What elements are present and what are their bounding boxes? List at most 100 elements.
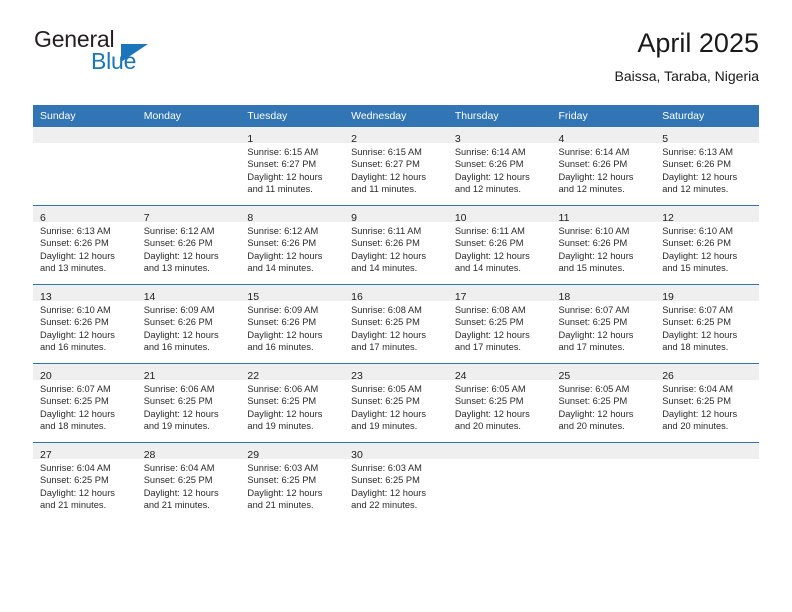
sunset-time: Sunset: 6:26 PM — [558, 238, 628, 249]
sunrise-time: Sunrise: 6:07 AM — [662, 305, 734, 315]
day-sun-info: Sunrise: 6:03 AM Sunset: 6:25 PM Daylight:… — [344, 459, 448, 512]
calendar-day-cell[interactable]: 16 Sunrise: 6:08 AM Sunset: 6:25 PM Dayligh… — [344, 284, 448, 364]
calendar-day-cell[interactable]: 11 Sunrise: 6:10 AM Sunset: 6:26 PM Dayligh… — [551, 205, 656, 285]
calendar-day-cell[interactable]: 12 Sunrise: 6:10 AM Sunset: 6:26 PM Dayligh… — [655, 205, 759, 285]
sunset-time: Sunset: 6:26 PM — [454, 238, 524, 249]
calendar-day-cell[interactable]: 28 Sunrise: 6:04 AM Sunset: 6:25 PM Dayligh… — [136, 442, 241, 521]
day-sun-info: Sunrise: 6:10 AM Sunset: 6:26 PM Daylight:… — [655, 222, 759, 275]
day-cell-content: 14 Sunrise: 6:09 AM Sunset: 6:26 PM Dayligh… — [136, 285, 241, 363]
calendar-day-cell-empty[interactable] — [136, 127, 241, 206]
sunset-time: Sunset: 6:25 PM — [558, 317, 628, 328]
daylight-duration-line2: and 13 minutes. — [143, 263, 210, 274]
daylight-duration-line2: and 11 minutes. — [351, 184, 417, 195]
calendar-day-cell[interactable]: 14 Sunrise: 6:09 AM Sunset: 6:26 PM Dayligh… — [136, 284, 241, 364]
calendar-day-cell-empty[interactable] — [33, 127, 137, 206]
calendar-day-cell[interactable]: 18 Sunrise: 6:07 AM Sunset: 6:25 PM Dayligh… — [551, 284, 656, 364]
calendar-day-cell-empty[interactable] — [447, 442, 552, 521]
day-number-band — [33, 127, 137, 143]
day-sun-info: Sunrise: 6:10 AM Sunset: 6:26 PM Daylight:… — [552, 222, 656, 275]
sunset-time: Sunset: 6:26 PM — [247, 238, 317, 249]
sunset-time: Sunset: 6:26 PM — [143, 317, 213, 328]
day-cell-content: 16 Sunrise: 6:08 AM Sunset: 6:25 PM Dayligh… — [344, 285, 448, 363]
day-sun-info: Sunrise: 6:15 AM Sunset: 6:27 PM Daylight:… — [240, 143, 344, 196]
day-cell-content: 6 Sunrise: 6:13 AM Sunset: 6:26 PM Daylight… — [33, 206, 137, 284]
day-cell-content: 15 Sunrise: 6:09 AM Sunset: 6:26 PM Dayligh… — [240, 285, 345, 363]
day-number: 9 — [351, 212, 357, 224]
day-sun-info: Sunrise: 6:06 AM Sunset: 6:25 PM Daylight:… — [137, 380, 241, 433]
day-cell-content: 28 Sunrise: 6:04 AM Sunset: 6:25 PM Dayligh… — [136, 443, 241, 521]
day-number-band: 21 — [136, 364, 241, 382]
day-cell-content: 7 Sunrise: 6:12 AM Sunset: 6:26 PM Daylight… — [136, 206, 241, 284]
calendar-day-cell[interactable]: 24 Sunrise: 6:05 AM Sunset: 6:25 PM Dayligh… — [447, 363, 552, 443]
daylight-duration-line2: and 21 minutes. — [247, 500, 314, 511]
daylight-duration-line1: Daylight: 12 hours — [662, 408, 738, 419]
daylight-duration-line2: and 14 minutes. — [351, 263, 418, 274]
day-sun-info: Sunrise: 6:08 AM Sunset: 6:25 PM Daylight:… — [344, 301, 448, 354]
calendar-day-cell[interactable]: 20 Sunrise: 6:07 AM Sunset: 6:25 PM Dayligh… — [33, 363, 137, 443]
day-sun-info: Sunrise: 6:09 AM Sunset: 6:26 PM Daylight:… — [240, 301, 344, 354]
day-number-band: 17 — [447, 285, 552, 303]
day-cell-content: 21 Sunrise: 6:06 AM Sunset: 6:25 PM Dayligh… — [136, 364, 241, 442]
day-number-band: 18 — [551, 285, 656, 303]
day-sun-info: Sunrise: 6:06 AM Sunset: 6:25 PM Daylight:… — [240, 380, 344, 433]
calendar-day-cell[interactable]: 17 Sunrise: 6:08 AM Sunset: 6:25 PM Dayligh… — [447, 284, 552, 364]
calendar-day-cell[interactable]: 4 Sunrise: 6:14 AM Sunset: 6:26 PM Daylight… — [551, 127, 656, 206]
calendar-day-cell[interactable]: 26 Sunrise: 6:04 AM Sunset: 6:25 PM Dayligh… — [655, 363, 759, 443]
daylight-duration-line2: and 20 minutes. — [454, 421, 521, 432]
day-number-band: 2 — [344, 127, 448, 145]
calendar-day-cell[interactable]: 2 Sunrise: 6:15 AM Sunset: 6:27 PM Daylight… — [344, 127, 448, 206]
calendar-day-cell[interactable]: 29 Sunrise: 6:03 AM Sunset: 6:25 PM Dayligh… — [240, 442, 345, 521]
weekday-header-monday: Monday — [136, 105, 241, 127]
day-number: 2 — [351, 133, 357, 145]
sunset-time: Sunset: 6:25 PM — [662, 396, 731, 407]
sunset-time: Sunset: 6:26 PM — [558, 159, 628, 170]
day-number-band: 19 — [655, 285, 759, 303]
daylight-duration-line1: Daylight: 12 hours — [40, 487, 115, 498]
calendar-day-cell[interactable]: 6 Sunrise: 6:13 AM Sunset: 6:26 PM Daylight… — [33, 205, 137, 285]
calendar-week-row: 20 Sunrise: 6:07 AM Sunset: 6:25 PM Dayligh… — [33, 363, 759, 443]
calendar-day-cell[interactable]: 23 Sunrise: 6:05 AM Sunset: 6:25 PM Dayligh… — [344, 363, 448, 443]
calendar-day-cell[interactable]: 5 Sunrise: 6:13 AM Sunset: 6:26 PM Daylight… — [655, 127, 759, 206]
calendar-header-row: Sunday Monday Tuesday Wednesday Thursday… — [33, 105, 759, 127]
daylight-duration-line2: and 14 minutes. — [247, 263, 314, 274]
daylight-duration-line2: and 21 minutes. — [40, 500, 107, 511]
sunrise-time: Sunrise: 6:08 AM — [351, 305, 422, 315]
calendar-day-cell[interactable]: 15 Sunrise: 6:09 AM Sunset: 6:26 PM Dayligh… — [240, 284, 345, 364]
day-sun-info: Sunrise: 6:04 AM Sunset: 6:25 PM Daylight:… — [655, 380, 759, 433]
day-sun-info: Sunrise: 6:05 AM Sunset: 6:25 PM Daylight:… — [448, 380, 552, 433]
calendar-day-cell[interactable]: 3 Sunrise: 6:14 AM Sunset: 6:26 PM Daylight… — [447, 127, 552, 206]
daylight-duration-line1: Daylight: 12 hours — [662, 329, 738, 340]
calendar-day-cell[interactable]: 27 Sunrise: 6:04 AM Sunset: 6:25 PM Dayligh… — [33, 442, 137, 521]
calendar-day-cell[interactable]: 25 Sunrise: 6:05 AM Sunset: 6:25 PM Dayligh… — [551, 363, 656, 443]
title-block: April 2025 Baissa, Taraba, Nigeria — [615, 26, 759, 87]
sunset-time: Sunset: 6:25 PM — [143, 396, 213, 407]
daylight-duration-line1: Daylight: 12 hours — [247, 408, 323, 419]
calendar-day-cell[interactable]: 22 Sunrise: 6:06 AM Sunset: 6:25 PM Dayligh… — [240, 363, 345, 443]
calendar-day-cell[interactable]: 7 Sunrise: 6:12 AM Sunset: 6:26 PM Daylight… — [136, 205, 241, 285]
daylight-duration-line1: Daylight: 12 hours — [143, 250, 219, 261]
weekday-header-tuesday: Tuesday — [240, 105, 345, 127]
day-number-band: 10 — [447, 206, 552, 224]
day-cell-content: 26 Sunrise: 6:04 AM Sunset: 6:25 PM Dayligh… — [655, 364, 759, 442]
day-number: 19 — [662, 291, 674, 303]
daylight-duration-line2: and 16 minutes. — [247, 342, 314, 353]
sunrise-time: Sunrise: 6:04 AM — [143, 463, 215, 473]
calendar-day-cell[interactable]: 21 Sunrise: 6:06 AM Sunset: 6:25 PM Dayligh… — [136, 363, 241, 443]
day-cell-content: 8 Sunrise: 6:12 AM Sunset: 6:26 PM Daylight… — [240, 206, 345, 284]
day-cell-content: 27 Sunrise: 6:04 AM Sunset: 6:25 PM Dayligh… — [33, 443, 137, 521]
calendar-day-cell[interactable]: 9 Sunrise: 6:11 AM Sunset: 6:26 PM Daylight… — [344, 205, 448, 285]
calendar-day-cell-empty[interactable] — [551, 442, 656, 521]
calendar-day-cell[interactable]: 10 Sunrise: 6:11 AM Sunset: 6:26 PM Dayligh… — [447, 205, 552, 285]
day-number: 12 — [662, 212, 674, 224]
calendar-day-cell[interactable]: 1 Sunrise: 6:15 AM Sunset: 6:27 PM Daylight… — [240, 127, 345, 206]
calendar-day-cell[interactable]: 19 Sunrise: 6:07 AM Sunset: 6:25 PM Dayligh… — [655, 284, 759, 364]
calendar-day-cell[interactable]: 13 Sunrise: 6:10 AM Sunset: 6:26 PM Dayligh… — [33, 284, 137, 364]
calendar-day-cell[interactable]: 8 Sunrise: 6:12 AM Sunset: 6:26 PM Daylight… — [240, 205, 345, 285]
calendar-day-cell-empty[interactable] — [655, 442, 759, 521]
calendar-day-cell[interactable]: 30 Sunrise: 6:03 AM Sunset: 6:25 PM Dayligh… — [344, 442, 448, 521]
day-sun-info: Sunrise: 6:05 AM Sunset: 6:25 PM Daylight:… — [344, 380, 448, 433]
day-cell-content: 23 Sunrise: 6:05 AM Sunset: 6:25 PM Dayligh… — [344, 364, 448, 442]
sunset-time: Sunset: 6:26 PM — [351, 238, 420, 249]
weekday-header-friday: Friday — [551, 105, 656, 127]
sunset-time: Sunset: 6:25 PM — [143, 475, 213, 486]
